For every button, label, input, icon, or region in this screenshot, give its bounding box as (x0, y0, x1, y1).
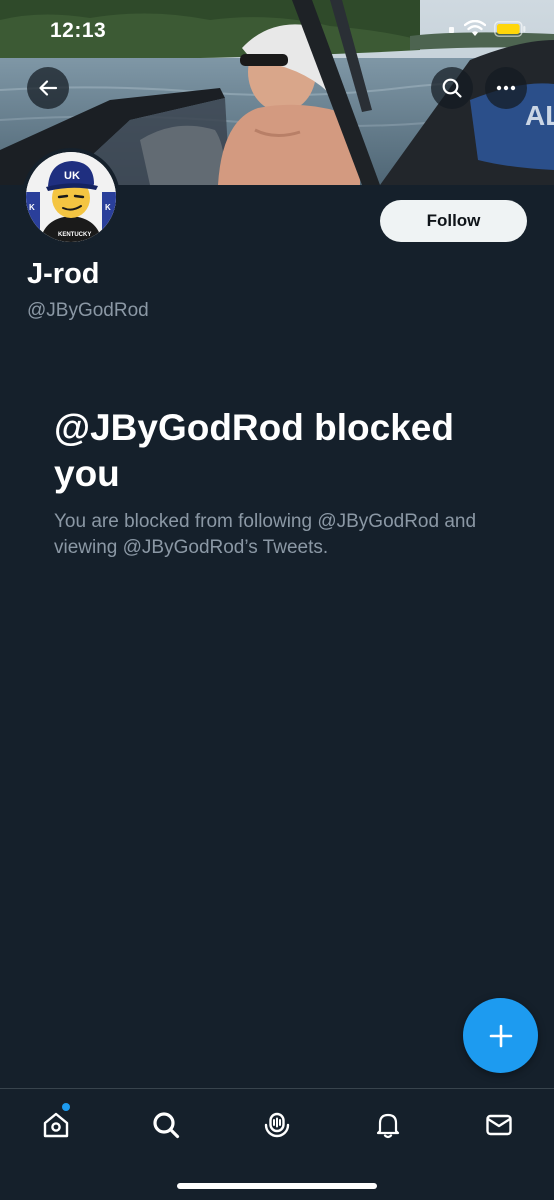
search-icon (442, 78, 462, 98)
svg-text:KENTUCKY: KENTUCKY (58, 232, 91, 238)
home-indicator[interactable] (177, 1183, 377, 1189)
spaces-icon (264, 1112, 290, 1138)
unread-indicator (62, 1103, 70, 1111)
search-icon (153, 1112, 180, 1139)
arrow-left-icon (39, 80, 58, 96)
nav-search[interactable] (146, 1105, 186, 1145)
nav-home[interactable] (36, 1105, 76, 1145)
profile-screen: AL 12:13 K K KENTUCKY UK Follow J-rod @J… (0, 0, 554, 1200)
nav-spaces[interactable] (257, 1105, 297, 1145)
back-button[interactable] (27, 67, 69, 109)
blocked-description: You are blocked from following @JByGodRo… (54, 511, 477, 558)
blocked-title: @JByGodRod blocked you (54, 407, 454, 494)
blocked-notice: @JByGodRod blocked you You are blocked f… (54, 405, 514, 561)
follow-button[interactable]: Follow (380, 200, 527, 242)
status-bar: 12:13 (0, 0, 554, 60)
plus-icon (489, 1024, 512, 1047)
wifi-icon (463, 19, 487, 42)
user-handle: @JByGodRod (27, 300, 149, 321)
bell-icon (376, 1113, 400, 1139)
svg-text:K: K (105, 203, 111, 212)
svg-text:AL: AL (525, 100, 554, 131)
search-button[interactable] (431, 67, 473, 109)
status-time: 12:13 (50, 19, 107, 42)
envelope-icon (486, 1114, 512, 1136)
more-options-button[interactable] (485, 67, 527, 109)
status-icons (448, 19, 526, 42)
avatar-cartoon-icon: K K KENTUCKY UK (26, 152, 116, 242)
more-dots-icon (496, 85, 516, 91)
battery-icon (494, 20, 526, 42)
home-icon (43, 1112, 69, 1138)
compose-tweet-button[interactable] (463, 998, 538, 1073)
svg-text:UK: UK (64, 170, 80, 182)
display-name: J-rod (27, 258, 100, 290)
location-dot-icon (448, 22, 456, 40)
nav-notifications[interactable] (368, 1105, 408, 1145)
nav-messages[interactable] (479, 1105, 519, 1145)
svg-text:K: K (29, 203, 35, 212)
avatar[interactable]: K K KENTUCKY UK (22, 148, 120, 246)
